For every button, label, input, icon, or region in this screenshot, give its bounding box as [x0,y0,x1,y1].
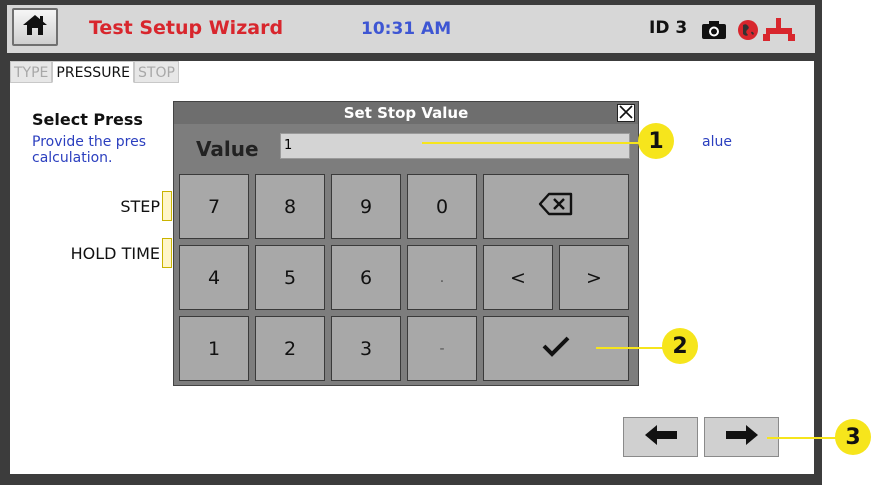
key-decimal[interactable]: . [407,245,477,310]
cursor-right-button[interactable]: > [559,245,629,310]
globe-icon[interactable] [737,19,759,45]
tab-stop[interactable]: STOP [134,61,179,83]
cursor-left-button[interactable]: < [483,245,553,310]
key-6[interactable]: 6 [331,245,401,310]
value-label: Value [196,137,259,161]
tab-type[interactable]: TYPE [10,61,53,83]
key-8[interactable]: 8 [255,174,325,239]
home-button[interactable] [12,8,58,46]
backspace-icon [538,192,574,221]
section-title: Select Press [32,110,143,129]
callout-3: 3 [835,419,871,455]
tab-pressure[interactable]: PRESSURE [52,61,135,83]
checkmark-icon [541,335,571,362]
callout-1: 1 [638,123,674,159]
callout-2: 2 [662,328,698,364]
step-input[interactable] [162,191,172,221]
key-2[interactable]: 2 [255,316,325,381]
key-3[interactable]: 3 [331,316,401,381]
hold-time-label: HOLD TIME [70,244,160,263]
camera-icon[interactable] [701,20,727,44]
key-7[interactable]: 7 [179,174,249,239]
tab-bar: TYPE PRESSURE STOP [10,61,179,85]
device-id: ID 3 [649,18,688,38]
key-minus[interactable]: - [407,316,477,381]
close-button[interactable] [617,104,635,122]
key-5[interactable]: 5 [255,245,325,310]
key-1[interactable]: 1 [179,316,249,381]
header-bar: Test Setup Wizard 10:31 AM ID 3 [7,5,815,53]
callout-1-line [422,142,640,144]
hold-time-input[interactable] [162,238,172,268]
backspace-button[interactable] [483,174,629,239]
key-4[interactable]: 4 [179,245,249,310]
key-0[interactable]: 0 [407,174,477,239]
usb-icon[interactable] [762,17,796,47]
callout-2-line [596,347,664,349]
description-line1-left: Provide the pres [32,134,147,150]
description-line1-right: alue [702,134,732,150]
arrow-right-icon [725,424,759,450]
callout-3-line [767,437,837,439]
clock: 10:31 AM [361,19,452,39]
key-9[interactable]: 9 [331,174,401,239]
dialog-title: Set Stop Value [174,102,638,124]
close-icon [619,104,633,123]
arrow-left-icon [644,424,678,450]
home-icon [22,14,48,40]
step-label: STEP [120,197,160,216]
back-button[interactable] [623,417,698,457]
app-title: Test Setup Wizard [89,17,284,39]
value-input[interactable]: 1 [280,133,630,159]
